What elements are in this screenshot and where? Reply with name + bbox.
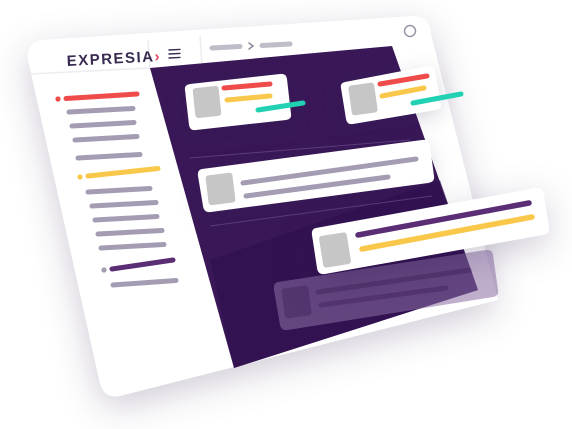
sidebar-item[interactable] [72, 134, 140, 143]
sidebar-item[interactable] [89, 200, 159, 209]
sidebar-group-bullet [77, 174, 83, 180]
sidebar-item[interactable] [75, 152, 143, 161]
sidebar-item[interactable] [92, 214, 160, 223]
breadcrumb-item[interactable] [209, 44, 243, 51]
sidebar-item[interactable] [98, 242, 167, 251]
user-avatar-icon[interactable] [403, 24, 417, 38]
sidebar-item[interactable] [95, 228, 165, 237]
breadcrumb-item[interactable] [259, 41, 293, 48]
expresia-dashboard-illustration: EXPRESIA› [27, 16, 550, 397]
sidebar-item[interactable] [85, 186, 153, 195]
sidebar-group-bullet [101, 267, 107, 273]
sidebar-item[interactable] [66, 106, 136, 115]
card-thumbnail [348, 82, 378, 116]
sidebar-item[interactable] [69, 120, 137, 129]
card-thumbnail [319, 232, 351, 268]
card-thumbnail [192, 86, 222, 118]
card-thumbnail [205, 172, 236, 206]
sidebar-group-bullet [55, 96, 61, 102]
